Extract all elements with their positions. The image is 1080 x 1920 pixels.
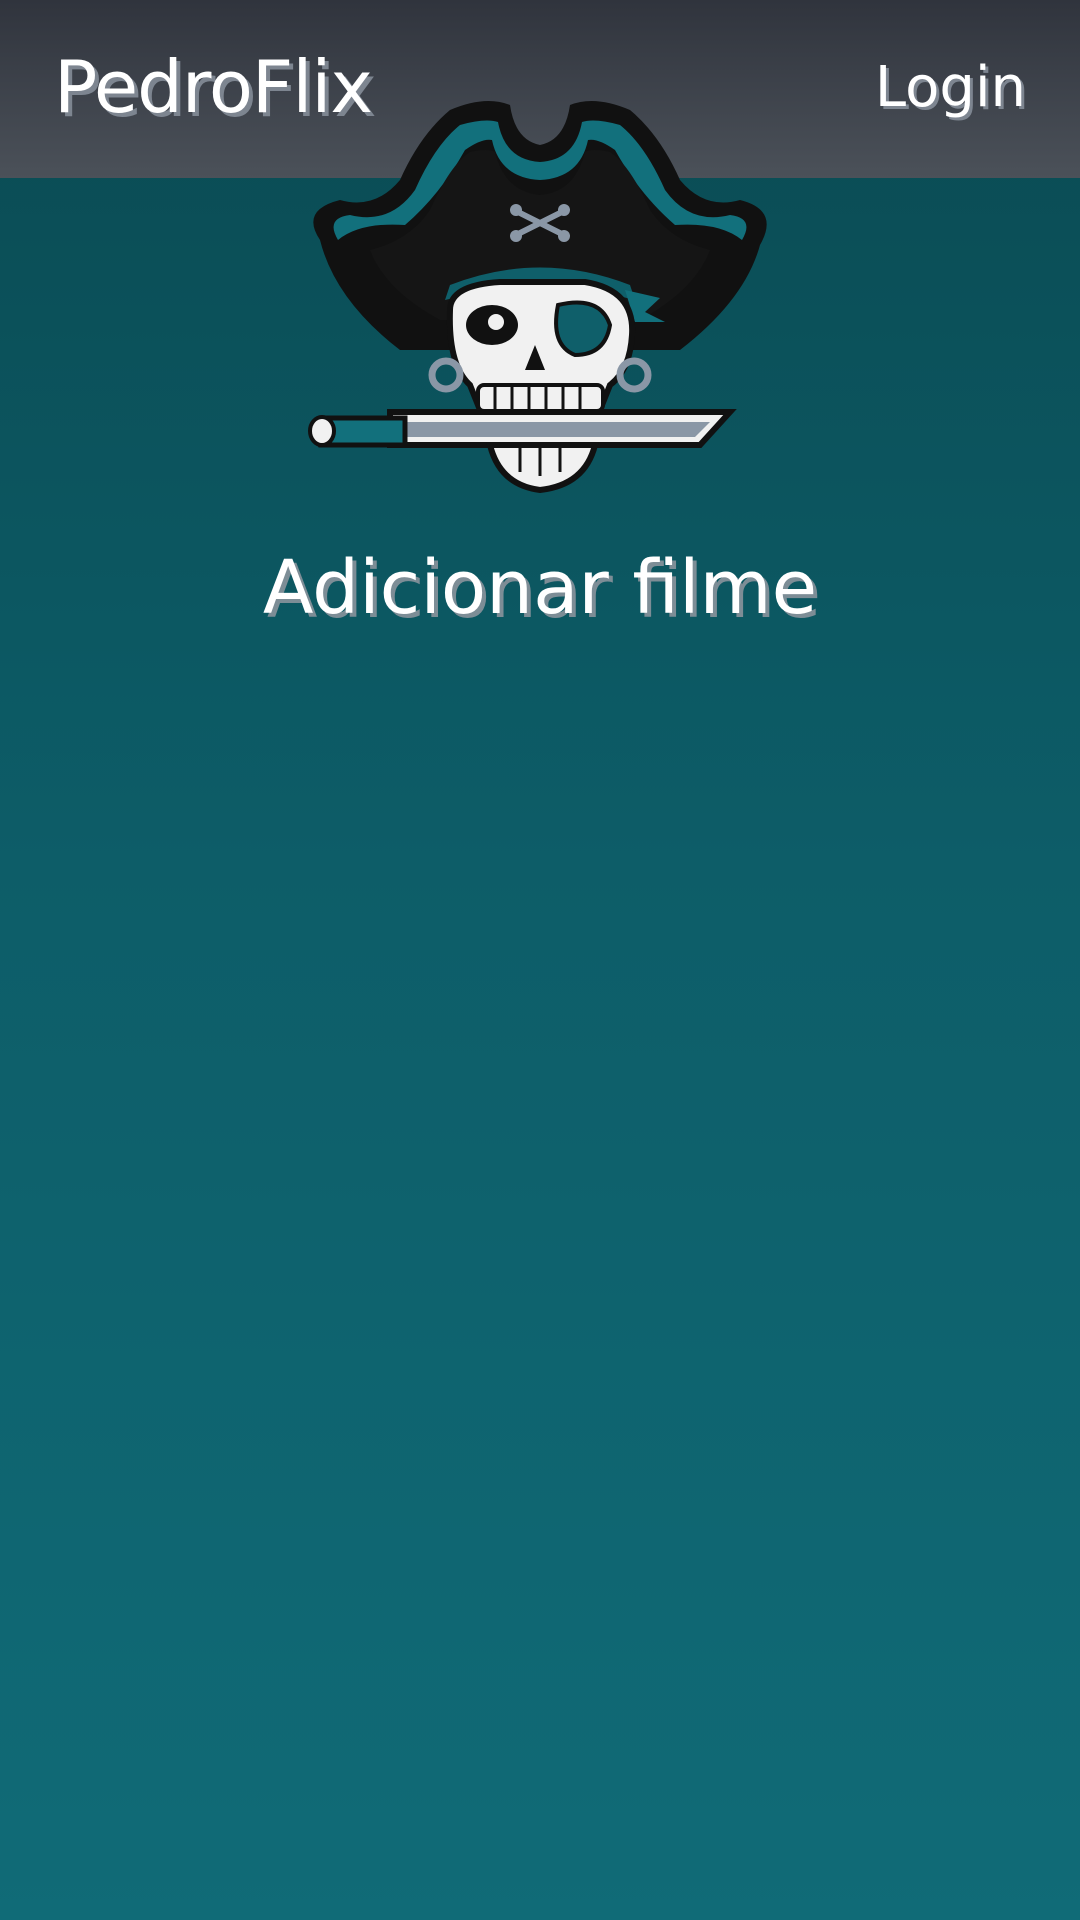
- login-link[interactable]: Login: [875, 50, 1026, 126]
- pirate-skull-icon: [308, 101, 767, 494]
- page-title: Adicionar filme: [262, 545, 818, 631]
